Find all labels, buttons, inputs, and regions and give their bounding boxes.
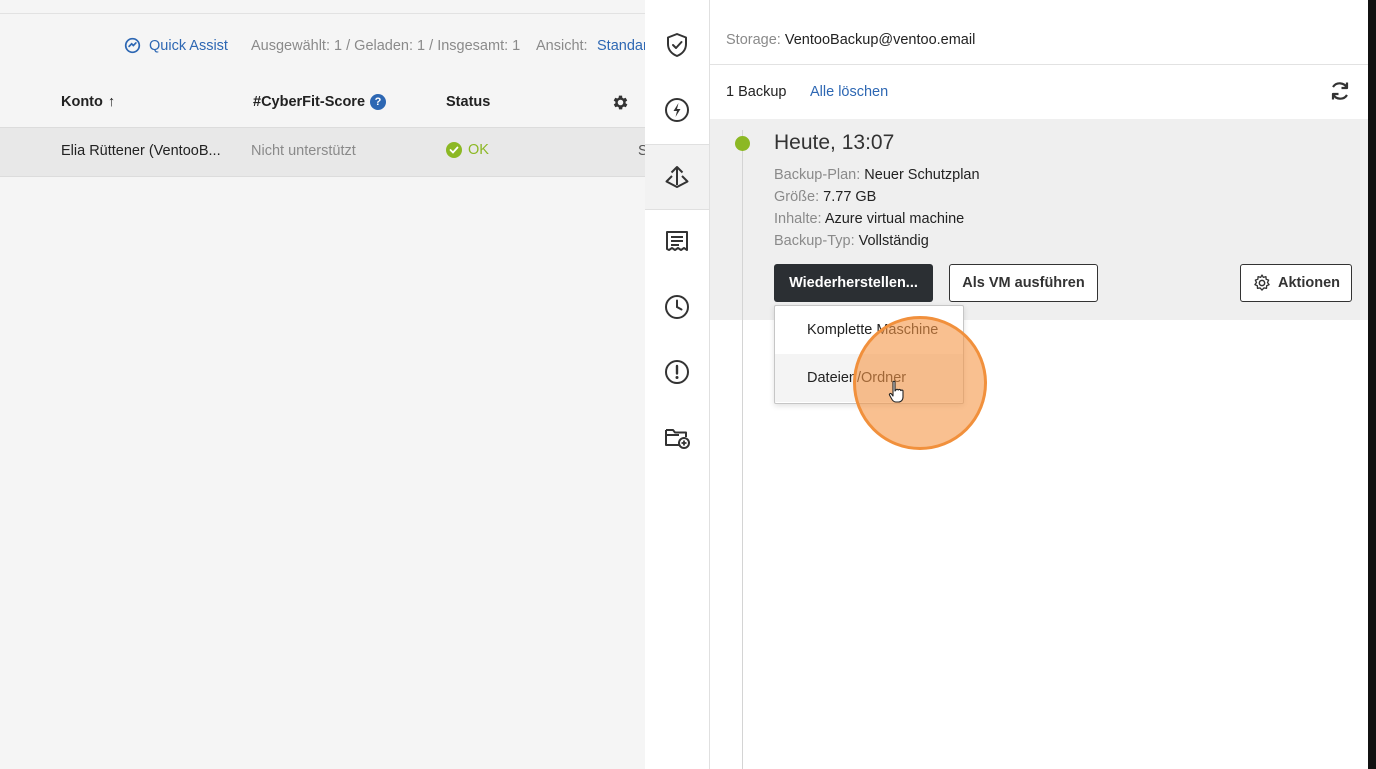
column-header-status[interactable]: Status — [446, 94, 490, 110]
column-header-cyberfit[interactable]: #CyberFit-Score ? — [253, 94, 387, 110]
alert-icon — [665, 360, 689, 384]
row-truncated-cell: S — [638, 143, 645, 159]
sidebar-tab-quick-actions[interactable] — [645, 78, 709, 142]
row-status: OK — [446, 142, 489, 158]
row-cyberfit-score: Nicht unterstützt — [251, 143, 356, 159]
sidebar-tab-alerts[interactable] — [645, 340, 709, 404]
panel-icon-sidebar — [645, 0, 710, 769]
lightning-icon — [665, 98, 689, 122]
gear-icon — [1254, 274, 1270, 291]
actions-button[interactable]: Aktionen — [1240, 264, 1352, 302]
restore-button[interactable]: Wiederherstellen... — [774, 264, 933, 302]
table-row[interactable]: Elia Rüttener (VentooB... Nicht unterstü… — [0, 127, 645, 177]
row-status-label: OK — [468, 142, 489, 158]
column-settings-gear-icon[interactable] — [611, 93, 630, 112]
refresh-icon[interactable] — [1328, 79, 1352, 103]
header-divider — [710, 64, 1368, 65]
selection-counts: Ausgewählt: 1 / Geladen: 1 / Insgesamt: … — [251, 38, 521, 54]
ok-check-icon — [446, 142, 462, 158]
device-list: Quick Assist Ausgewählt: 1 / Geladen: 1 … — [0, 0, 645, 769]
sidebar-tab-backup[interactable] — [645, 144, 709, 210]
column-header-konto[interactable]: Konto ↑ — [61, 94, 115, 110]
folder-add-icon — [665, 429, 690, 449]
window-edge — [1368, 0, 1376, 769]
backup-timestamp: Heute, 13:07 — [774, 131, 895, 154]
meta-value: 7.77 GB — [823, 189, 877, 205]
meta-value: Vollständig — [858, 233, 929, 249]
help-icon[interactable]: ? — [370, 94, 387, 110]
quick-assist-label: Quick Assist — [149, 37, 228, 54]
backup-count: 1 Backup — [726, 84, 787, 100]
shield-check-icon — [667, 33, 687, 57]
column-cyberfit-label: #CyberFit-Score — [253, 94, 366, 110]
sidebar-tab-add-group[interactable] — [645, 405, 709, 469]
backup-detail-panel: Storage: VentooBackup@ventoo.email 1 Bac… — [645, 0, 1368, 769]
delete-all-link[interactable]: Alle löschen — [810, 84, 888, 100]
receipt-icon — [666, 231, 688, 251]
quick-assist-link[interactable]: Quick Assist — [124, 37, 228, 54]
top-divider — [0, 13, 645, 14]
restore-dropdown-menu: Komplette Maschine Dateien/Ordner — [774, 305, 964, 404]
meta-label: Backup-Plan: — [774, 167, 861, 183]
sidebar-tab-protection[interactable] — [645, 13, 709, 77]
run-as-vm-button[interactable]: Als VM ausführen — [949, 264, 1098, 302]
meta-label: Inhalte: — [774, 211, 822, 227]
meta-value: Azure virtual machine — [824, 211, 965, 227]
meta-size: Größe: 7.77 GB — [774, 189, 876, 205]
view-label: Ansicht: — [536, 38, 588, 54]
sort-arrow-icon: ↑ — [107, 94, 116, 110]
meta-backup-type: Backup-Typ: Vollständig — [774, 233, 929, 249]
clock-icon — [665, 295, 689, 319]
column-status-label: Status — [446, 94, 491, 110]
meta-label: Backup-Typ: — [774, 233, 855, 249]
meta-contents: Inhalte: Azure virtual machine — [774, 211, 964, 227]
row-account-name: Elia Rüttener (VentooB... — [61, 143, 221, 159]
backup-content: Storage: VentooBackup@ventoo.email 1 Bac… — [710, 0, 1368, 769]
meta-backup-plan: Backup-Plan: Neuer Schutzplan — [774, 167, 980, 183]
actions-label: Aktionen — [1277, 275, 1341, 291]
backup-upload-icon — [665, 166, 689, 188]
meta-label: Größe: — [774, 189, 820, 205]
column-konto-label: Konto — [61, 94, 103, 110]
storage-value: VentooBackup@ventoo.email — [784, 32, 976, 48]
storage-info: Storage: VentooBackup@ventoo.email — [726, 32, 975, 48]
sidebar-tab-history[interactable] — [645, 275, 709, 339]
menu-item-files-folders[interactable]: Dateien/Ordner — [775, 354, 963, 402]
sidebar-tab-activities[interactable] — [645, 209, 709, 273]
storage-label: Storage: — [726, 32, 781, 48]
timeline-line — [742, 130, 743, 769]
timeline-dot — [735, 136, 750, 151]
menu-item-complete-machine[interactable]: Komplette Maschine — [775, 306, 963, 354]
view-selector[interactable]: Standar — [597, 38, 645, 54]
meta-value: Neuer Schutzplan — [864, 167, 980, 183]
quick-assist-icon — [124, 37, 141, 54]
